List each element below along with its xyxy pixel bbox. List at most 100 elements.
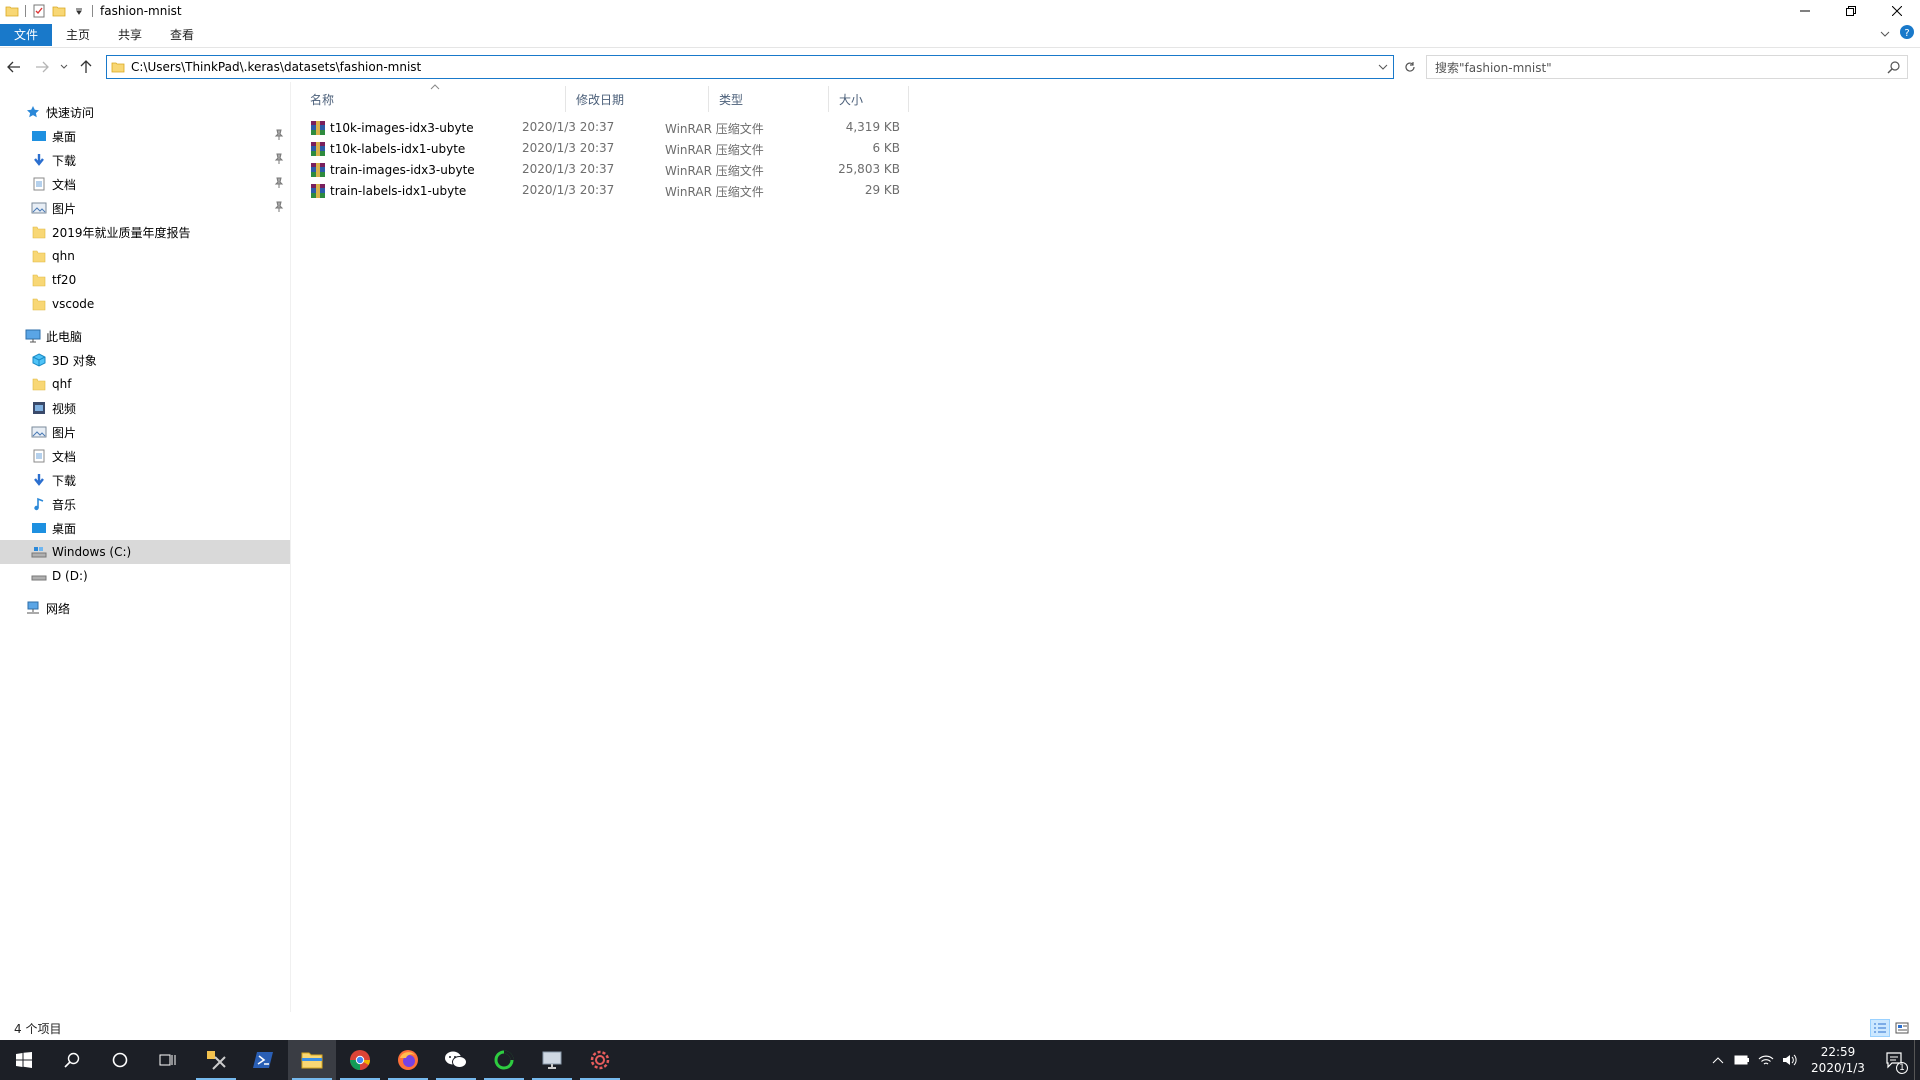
show-desktop-button[interactable]: [1914, 1040, 1920, 1080]
folder-app-icon[interactable]: [2, 0, 22, 22]
task-view-icon[interactable]: [144, 1040, 192, 1080]
nav-item-quick-3[interactable]: 图片: [0, 196, 290, 220]
nav-label: 文档: [52, 177, 77, 192]
file-date: 2020/1/3 20:37: [522, 183, 615, 197]
column-header-size[interactable]: 大小: [829, 86, 909, 112]
nav-item-pc-7[interactable]: 桌面: [0, 516, 290, 540]
nav-item-pc-5[interactable]: 下载: [0, 468, 290, 492]
nav-label: 下载: [52, 153, 77, 168]
close-button[interactable]: [1874, 0, 1920, 22]
restore-button[interactable]: [1828, 0, 1874, 22]
file-size: 29 KB: [864, 183, 900, 197]
wechat-icon[interactable]: [432, 1040, 480, 1080]
ribbon-right-controls: ?: [1880, 25, 1914, 42]
nav-this-pc[interactable]: 此电脑: [0, 324, 290, 348]
ribbon-tabs: 文件 主页 共享 查看 ?: [0, 22, 1920, 48]
details-view-icon[interactable]: [1870, 1019, 1890, 1037]
column-header-name[interactable]: 名称: [300, 86, 566, 112]
file-name-cell: train-images-idx3-ubyte: [310, 162, 475, 178]
nav-item-quick-0[interactable]: 桌面: [0, 124, 290, 148]
quick-access-toolbar: [0, 0, 96, 22]
pane-divider[interactable]: [290, 82, 291, 1012]
search-taskbar-icon[interactable]: [48, 1040, 96, 1080]
nav-item-quick-4[interactable]: 2019年就业质量年度报告: [0, 220, 290, 244]
expand-ribbon-chevron-icon[interactable]: [1880, 27, 1890, 41]
minimize-button[interactable]: [1782, 0, 1828, 22]
settings-gear-app-icon[interactable]: [576, 1040, 624, 1080]
wifi-icon[interactable]: [1754, 1040, 1778, 1080]
pin-icon[interactable]: [274, 153, 284, 168]
file-row[interactable]: t10k-images-idx3-ubyte 2020/1/3 20:37 Wi…: [308, 118, 912, 139]
nav-item-pc-6[interactable]: 音乐: [0, 492, 290, 516]
help-icon[interactable]: ?: [1900, 25, 1914, 42]
tab-home[interactable]: 主页: [52, 24, 104, 46]
volume-icon[interactable]: [1778, 1040, 1802, 1080]
properties-icon[interactable]: [29, 0, 49, 22]
new-folder-icon[interactable]: [49, 0, 69, 22]
green-ring-app-icon[interactable]: [480, 1040, 528, 1080]
search-box[interactable]: 搜索"fashion-mnist": [1426, 55, 1908, 79]
file-name-cell: t10k-images-idx3-ubyte: [310, 120, 474, 136]
show-hidden-icons-chevron-icon[interactable]: [1706, 1040, 1730, 1080]
file-date: 2020/1/3 20:37: [522, 141, 615, 155]
action-center-button[interactable]: 1: [1874, 1040, 1914, 1080]
address-folder-icon: [111, 61, 125, 73]
file-list: 名称 修改日期 类型 大小 t10k-images-idx3-ubyte 202…: [300, 82, 1920, 1012]
nav-item-pc-9[interactable]: D (D:): [0, 564, 290, 588]
file-row[interactable]: train-images-idx3-ubyte 2020/1/3 20:37 W…: [308, 160, 912, 181]
forward-arrow-icon[interactable]: [28, 54, 56, 80]
nav-label: 3D 对象: [52, 353, 97, 368]
nav-item-pc-8[interactable]: Windows (C:): [0, 540, 290, 564]
search-icon[interactable]: [1887, 60, 1901, 77]
address-path[interactable]: C:\Users\ThinkPad\.keras\datasets\fashio…: [131, 60, 421, 74]
pin-icon[interactable]: [274, 177, 284, 192]
chrome-icon[interactable]: [336, 1040, 384, 1080]
winrar-archive-icon: [310, 162, 326, 178]
up-arrow-icon[interactable]: [72, 54, 100, 80]
column-header-type[interactable]: 类型: [709, 86, 829, 112]
recent-locations-chevron-icon[interactable]: [56, 54, 72, 80]
battery-icon[interactable]: [1730, 1040, 1754, 1080]
remote-desktop-icon[interactable]: [528, 1040, 576, 1080]
file-row[interactable]: train-labels-idx1-ubyte 2020/1/3 20:37 W…: [308, 181, 912, 202]
tools-app-icon[interactable]: [192, 1040, 240, 1080]
download-icon: [30, 151, 48, 169]
nav-label: 此电脑: [46, 329, 83, 344]
address-bar[interactable]: C:\Users\ThinkPad\.keras\datasets\fashio…: [106, 55, 1394, 79]
nav-item-pc-4[interactable]: 文档: [0, 444, 290, 468]
nav-item-quick-7[interactable]: vscode: [0, 292, 290, 316]
column-header-date[interactable]: 修改日期: [566, 86, 709, 112]
column-label: 修改日期: [576, 92, 625, 107]
nav-item-quick-6[interactable]: tf20: [0, 268, 290, 292]
nav-item-pc-1[interactable]: qhf: [0, 372, 290, 396]
nav-item-quick-5[interactable]: qhn: [0, 244, 290, 268]
large-icons-view-icon[interactable]: [1892, 1019, 1912, 1037]
tab-file[interactable]: 文件: [0, 23, 53, 46]
pin-icon[interactable]: [274, 129, 284, 144]
start-button[interactable]: [0, 1040, 48, 1080]
back-arrow-icon[interactable]: [0, 54, 28, 80]
refresh-icon[interactable]: [1398, 55, 1422, 79]
tab-share[interactable]: 共享: [104, 24, 156, 46]
nav-item-pc-2[interactable]: 视频: [0, 396, 290, 420]
pin-icon[interactable]: [274, 201, 284, 216]
file-row[interactable]: t10k-labels-idx1-ubyte 2020/1/3 20:37 Wi…: [308, 139, 912, 160]
firefox-icon[interactable]: [384, 1040, 432, 1080]
nav-label: 视频: [52, 401, 77, 416]
navigation-pane: 快速访问 桌面 下载 文档 图片 2019年就业质量年度报告 qhn tf20 …: [0, 96, 290, 1012]
file-explorer-icon[interactable]: [288, 1040, 336, 1080]
cortana-icon[interactable]: [96, 1040, 144, 1080]
nav-network[interactable]: 网络: [0, 596, 290, 620]
customize-qa-dropdown-icon[interactable]: [69, 0, 89, 22]
nav-item-pc-0[interactable]: 3D 对象: [0, 348, 290, 372]
search-input[interactable]: 搜索"fashion-mnist": [1435, 59, 1552, 76]
nav-item-quick-1[interactable]: 下载: [0, 148, 290, 172]
nav-item-quick-2[interactable]: 文档: [0, 172, 290, 196]
clock[interactable]: 22:59 2020/1/3: [1802, 1044, 1874, 1076]
nav-quick-access[interactable]: 快速访问: [0, 100, 290, 124]
nav-item-pc-3[interactable]: 图片: [0, 420, 290, 444]
powershell-icon[interactable]: [240, 1040, 288, 1080]
winrar-archive-icon: [310, 183, 326, 199]
tab-view[interactable]: 查看: [156, 24, 208, 46]
address-dropdown-chevron-icon[interactable]: [1375, 59, 1391, 75]
